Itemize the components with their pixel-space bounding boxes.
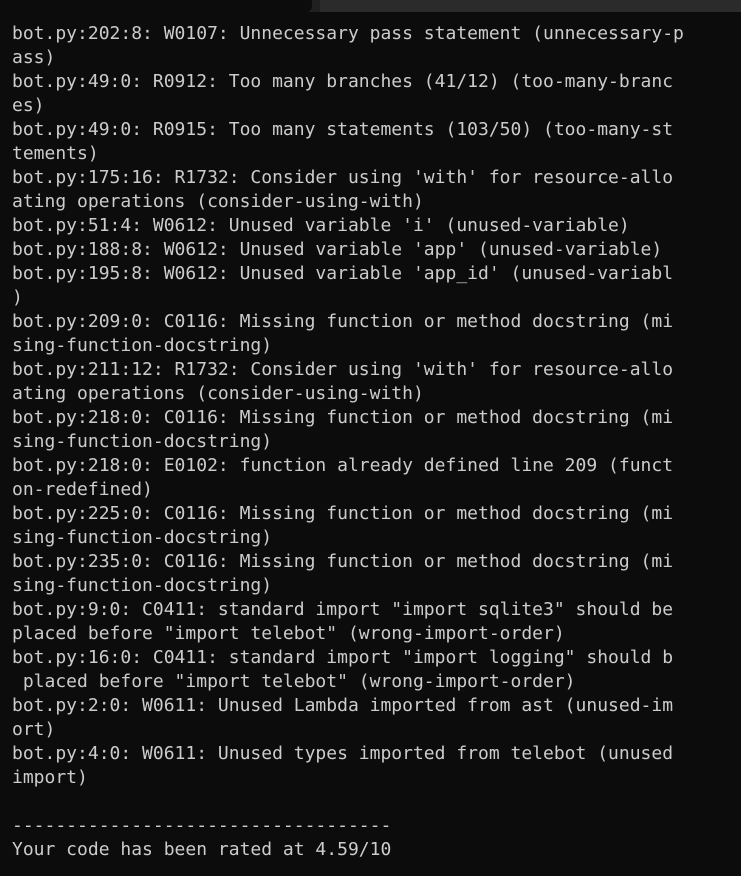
terminal-line: bot.py:2:0: W0611: Unused Lambda importe…	[12, 695, 674, 716]
terminal-line: tements)	[12, 143, 99, 164]
terminal-line: bot.py:175:16: R1732: Consider using 'wi…	[12, 167, 674, 188]
terminal-line: bot.py:49:0: R0915: Too many statements …	[12, 119, 674, 140]
terminal-line: ass)	[12, 47, 56, 68]
terminal-line: bot.py:218:0: E0102: function already de…	[12, 455, 674, 476]
terminal-line: )	[12, 287, 23, 308]
score-line: Your code has been rated at 4.59/10	[12, 839, 392, 860]
terminal-line: sing-function-docstring)	[12, 335, 273, 356]
terminal-line: bot.py:195:8: W0612: Unused variable 'ap…	[12, 263, 674, 284]
terminal-line: bot.py:4:0: W0611: Unused types imported…	[12, 743, 674, 764]
terminal-line: ating operations (consider-using-with)	[12, 191, 424, 212]
terminal-line: bot.py:211:12: R1732: Consider using 'wi…	[12, 359, 674, 380]
terminal-line: bot.py:51:4: W0612: Unused variable 'i' …	[12, 215, 630, 236]
tab-bar	[0, 0, 741, 12]
terminal-line: placed before "import telebot" (wrong-im…	[12, 671, 576, 692]
terminal-line: bot.py:218:0: C0116: Missing function or…	[12, 407, 674, 428]
terminal-separator: -----------------------------------	[12, 815, 392, 836]
terminal-line: sing-function-docstring)	[12, 431, 273, 452]
terminal-line: bot.py:49:0: R0912: Too many branches (4…	[12, 71, 674, 92]
terminal-line: bot.py:188:8: W0612: Unused variable 'ap…	[12, 239, 663, 260]
terminal-line: es)	[12, 95, 45, 116]
inactive-tab-area[interactable]	[320, 0, 741, 12]
terminal-line: on-redefined)	[12, 479, 153, 500]
terminal-line: sing-function-docstring)	[12, 575, 273, 596]
terminal-line: import)	[12, 767, 88, 788]
terminal-line: ort)	[12, 719, 56, 740]
terminal-line: sing-function-docstring)	[12, 527, 273, 548]
terminal-line: bot.py:225:0: C0116: Missing function or…	[12, 503, 674, 524]
terminal-line: bot.py:9:0: C0411: standard import "impo…	[12, 599, 674, 620]
terminal-line: bot.py:209:0: C0116: Missing function or…	[12, 311, 674, 332]
terminal-line: bot.py:235:0: C0116: Missing function or…	[12, 551, 674, 572]
terminal-output[interactable]: bot.py:202:8: W0107: Unnecessary pass st…	[12, 22, 741, 872]
terminal-line: ating operations (consider-using-with)	[12, 383, 424, 404]
terminal-line: bot.py:202:8: W0107: Unnecessary pass st…	[12, 23, 684, 44]
active-tab[interactable]	[0, 0, 312, 12]
terminal-line: bot.py:16:0: C0411: standard import "imp…	[12, 647, 674, 668]
terminal-line: placed before "import telebot" (wrong-im…	[12, 623, 565, 644]
